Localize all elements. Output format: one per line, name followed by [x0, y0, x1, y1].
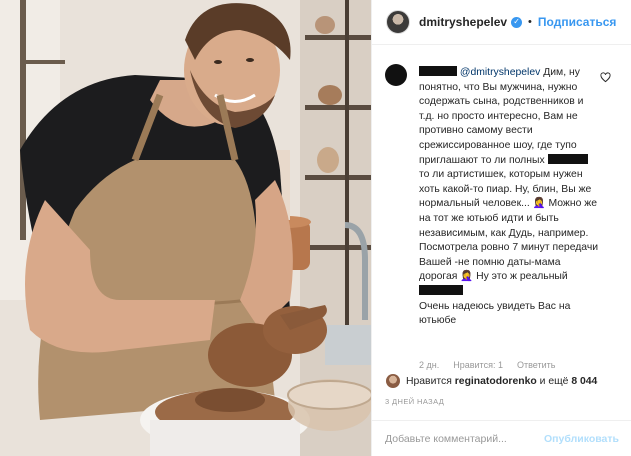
post-photo[interactable]	[0, 0, 371, 456]
header-separator: •	[528, 16, 532, 28]
redacted-username	[419, 66, 457, 76]
likes-username[interactable]: reginatodorenko	[455, 376, 537, 387]
pottery-photo-illustration	[0, 0, 371, 456]
liker-avatar[interactable]	[386, 374, 400, 388]
comment-text-part-3: Очень надеюсь увидеть Вас на ютьюбе	[419, 300, 571, 327]
comment-text-part-2: то ли артистишек, которым нужен хоть как…	[419, 169, 599, 283]
follow-button[interactable]: Подписаться	[538, 15, 616, 29]
verified-badge-icon: ✓	[511, 16, 523, 28]
add-comment-bar: Опубликовать	[372, 420, 631, 456]
post-time-ago[interactable]: 3 ДНЕЙ НАЗАД	[385, 397, 444, 406]
redacted-word	[419, 284, 463, 295]
post-header: dmitryshepelev ✓ • Подписаться	[372, 0, 631, 45]
likes-count[interactable]: 8 044	[571, 376, 597, 387]
commenter-avatar-redacted[interactable]	[385, 64, 407, 86]
post-likes-text[interactable]: Нравится reginatodorenko и ещё 8 044	[406, 376, 597, 387]
comment-text-part-1: Дим, ну понятно, что Вы мужчина, нужно с…	[419, 67, 584, 166]
instagram-post: dmitryshepelev ✓ • Подписаться @dmitrysh…	[0, 0, 631, 456]
post-side-panel: dmitryshepelev ✓ • Подписаться @dmitrysh…	[371, 0, 631, 456]
author-avatar[interactable]	[386, 10, 410, 34]
author-username[interactable]: dmitryshepelev	[419, 15, 507, 29]
post-likes-row: Нравится reginatodorenko и ещё 8 044	[372, 369, 631, 393]
publish-button[interactable]: Опубликовать	[544, 433, 619, 445]
likes-suffix: и ещё	[539, 375, 569, 387]
redacted-word	[547, 153, 588, 164]
comment-text: @dmitryshepelev Дим, ну понятно, что Вы …	[419, 66, 599, 329]
likes-prefix: Нравится	[406, 375, 452, 387]
add-comment-input[interactable]	[385, 432, 545, 445]
comment-mention-link[interactable]: @dmitryshepelev	[460, 67, 540, 78]
comment-like-heart-icon[interactable]	[600, 72, 611, 83]
